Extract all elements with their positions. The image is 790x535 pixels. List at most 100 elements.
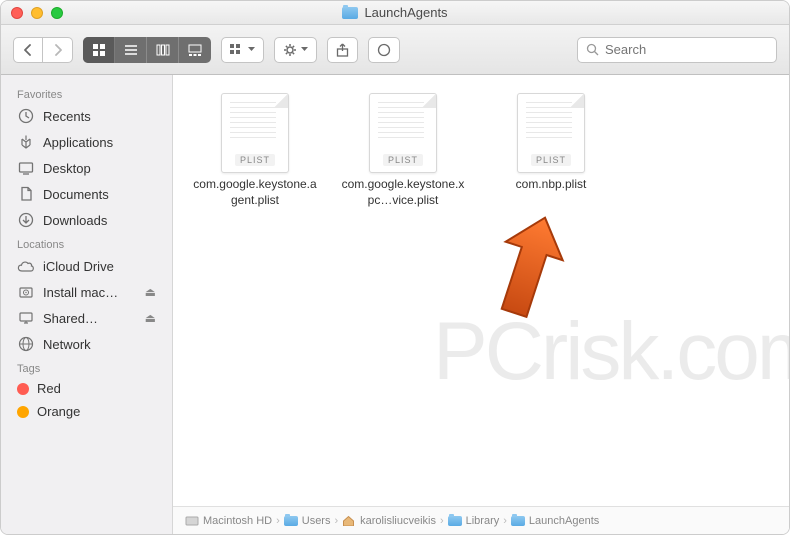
action-menu[interactable]	[274, 37, 317, 63]
plist-file-icon: PLIST	[221, 93, 289, 173]
main-area: Favorites Recents Applications Desktop D…	[1, 75, 789, 534]
search-box[interactable]	[577, 37, 777, 63]
group-menu[interactable]	[221, 37, 264, 63]
sidebar-item-desktop[interactable]: Desktop	[1, 155, 172, 181]
traffic-lights	[11, 7, 63, 19]
sidebar-item-shared[interactable]: Shared… ⏏	[1, 305, 172, 331]
sidebar-item-label: Applications	[43, 135, 156, 150]
minimize-button[interactable]	[31, 7, 43, 19]
finder-window: LaunchAgents	[0, 0, 790, 535]
chevron-right-icon: ›	[276, 515, 280, 527]
plist-file-icon: PLIST	[517, 93, 585, 173]
sidebar-tag-red[interactable]: Red	[1, 377, 172, 400]
sidebar-item-label: Documents	[43, 187, 156, 202]
watermark: PCrisk.com	[433, 305, 789, 399]
column-view-button[interactable]	[147, 37, 179, 63]
forward-button[interactable]	[43, 37, 73, 63]
sidebar-item-label: Recents	[43, 109, 156, 124]
path-label: LaunchAgents	[529, 515, 599, 527]
chevron-right-icon: ›	[334, 515, 338, 527]
sidebar-item-recents[interactable]: Recents	[1, 103, 172, 129]
file-type-label: PLIST	[531, 154, 571, 166]
toolbar	[1, 25, 789, 75]
close-button[interactable]	[11, 7, 23, 19]
eject-icon[interactable]: ⏏	[145, 311, 156, 325]
path-label: karolisliucveikis	[360, 515, 436, 527]
sidebar-item-label: Install mac…	[43, 285, 137, 300]
tag-orange-icon	[17, 406, 29, 418]
zoom-button[interactable]	[51, 7, 63, 19]
chevron-right-icon: ›	[440, 515, 444, 527]
path-label: Users	[302, 515, 331, 527]
folder-icon	[511, 516, 525, 526]
back-button[interactable]	[13, 37, 43, 63]
sidebar-item-network[interactable]: Network	[1, 331, 172, 357]
path-segment[interactable]: Users	[284, 515, 331, 527]
chevron-right-icon: ›	[503, 515, 507, 527]
chevron-down-icon	[248, 47, 255, 52]
share-icon	[336, 43, 349, 57]
search-input[interactable]	[605, 42, 781, 57]
sidebar-section-locations: Locations	[1, 233, 172, 253]
sidebar-item-label: Shared…	[43, 311, 137, 326]
file-name: com.google.keystone.xpc…vice.plist	[339, 177, 467, 208]
window-title: LaunchAgents	[1, 5, 789, 20]
apps-icon	[17, 133, 35, 151]
disk-icon	[17, 283, 35, 301]
title-text: LaunchAgents	[364, 5, 447, 20]
eject-icon[interactable]: ⏏	[145, 285, 156, 299]
gallery-view-button[interactable]	[179, 37, 211, 63]
path-segment[interactable]: karolisliucveikis	[342, 515, 436, 527]
nav-buttons	[13, 37, 73, 63]
sidebar-item-icloud[interactable]: iCloud Drive	[1, 253, 172, 279]
file-name: com.google.keystone.agent.plist	[191, 177, 319, 208]
sidebar-section-favorites: Favorites	[1, 83, 172, 103]
sidebar-item-applications[interactable]: Applications	[1, 129, 172, 155]
file-type-label: PLIST	[383, 154, 423, 166]
file-type-label: PLIST	[235, 154, 275, 166]
tag-icon	[377, 43, 391, 57]
folder-icon	[284, 516, 298, 526]
file-item[interactable]: PLIST com.google.keystone.xpc…vice.plist	[339, 93, 467, 208]
plist-file-icon: PLIST	[369, 93, 437, 173]
sidebar-item-label: iCloud Drive	[43, 259, 156, 274]
downloads-icon	[17, 211, 35, 229]
sidebar-item-downloads[interactable]: Downloads	[1, 207, 172, 233]
icon-view-button[interactable]	[83, 37, 115, 63]
tag-red-icon	[17, 383, 29, 395]
desktop-icon	[17, 159, 35, 177]
sidebar-item-documents[interactable]: Documents	[1, 181, 172, 207]
file-item[interactable]: PLIST com.nbp.plist	[487, 93, 615, 193]
search-icon	[586, 43, 599, 56]
display-icon	[17, 309, 35, 327]
sidebar-item-install[interactable]: Install mac… ⏏	[1, 279, 172, 305]
path-segment[interactable]: Macintosh HD	[185, 515, 272, 527]
pathbar: Macintosh HD › Users › karolisliucveikis…	[173, 506, 789, 534]
path-label: Library	[466, 515, 500, 527]
tags-button[interactable]	[368, 37, 400, 63]
network-icon	[17, 335, 35, 353]
sidebar-tag-orange[interactable]: Orange	[1, 400, 172, 423]
content-area: PLIST com.google.keystone.agent.plist PL…	[173, 75, 789, 534]
titlebar: LaunchAgents	[1, 1, 789, 25]
home-icon	[342, 515, 356, 526]
disk-icon	[185, 515, 199, 526]
sidebar-section-tags: Tags	[1, 357, 172, 377]
sidebar-item-label: Orange	[37, 404, 156, 419]
files-area[interactable]: PLIST com.google.keystone.agent.plist PL…	[173, 75, 789, 506]
sidebar-item-label: Downloads	[43, 213, 156, 228]
folder-icon	[448, 516, 462, 526]
documents-icon	[17, 185, 35, 203]
file-item[interactable]: PLIST com.google.keystone.agent.plist	[191, 93, 319, 208]
list-view-button[interactable]	[115, 37, 147, 63]
path-segment[interactable]: LaunchAgents	[511, 515, 599, 527]
gear-icon	[283, 43, 297, 57]
share-button[interactable]	[327, 37, 358, 63]
file-name: com.nbp.plist	[516, 177, 587, 193]
view-switcher	[83, 37, 211, 63]
path-label: Macintosh HD	[203, 515, 272, 527]
sidebar-item-label: Desktop	[43, 161, 156, 176]
path-segment[interactable]: Library	[448, 515, 500, 527]
arrow-annotation-icon	[483, 210, 573, 330]
clock-icon	[17, 107, 35, 125]
